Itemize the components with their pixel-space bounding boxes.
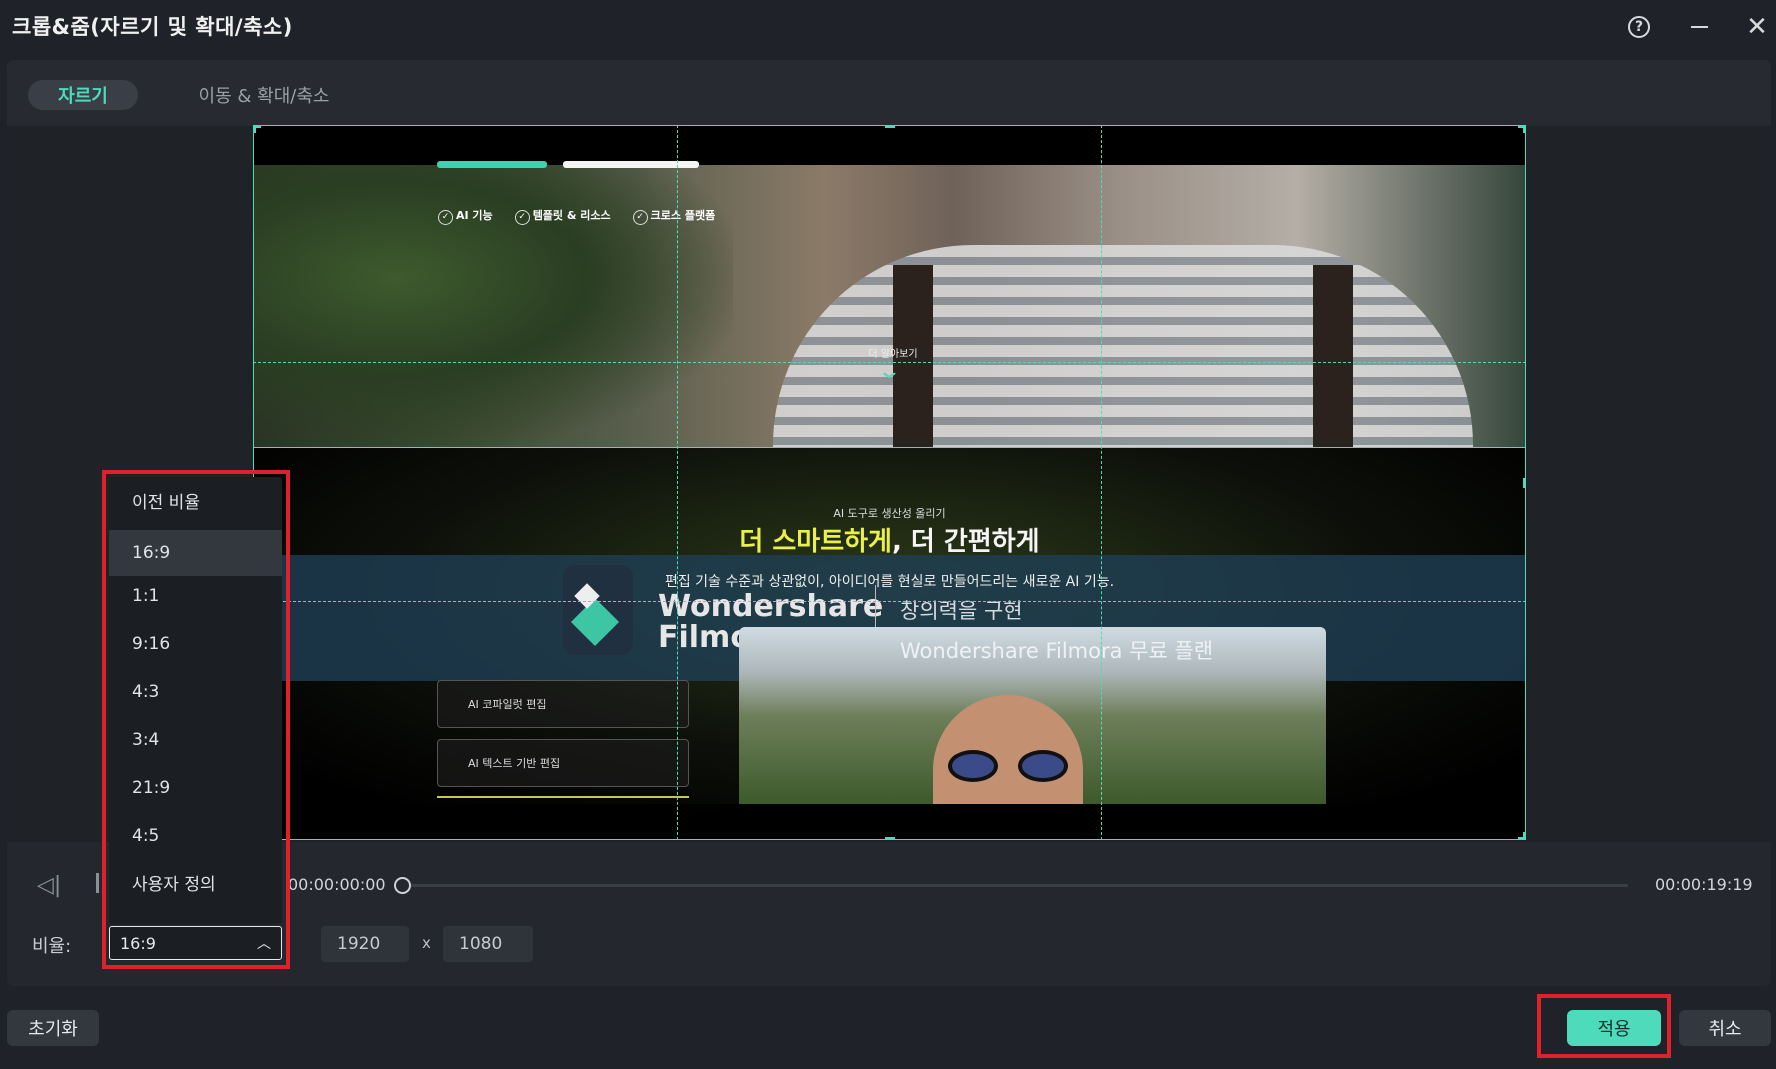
preview-more-label: 더 알아보기 bbox=[868, 349, 918, 360]
preview-feature-item: AI 기능 bbox=[438, 207, 493, 225]
tab-crop[interactable]: 자르기 bbox=[28, 80, 138, 110]
grid-line-horizontal bbox=[253, 362, 1526, 363]
ratio-dropdown-menu: 이전 비율 16:9 1:1 9:16 4:3 3:4 21:9 4:5 사용자… bbox=[109, 477, 282, 924]
apron-straps bbox=[893, 265, 1353, 447]
preview-tagline-1: 창의력을 구현 bbox=[900, 599, 1023, 623]
preview-pill-white bbox=[563, 161, 699, 168]
width-input[interactable]: 1920 bbox=[321, 926, 409, 962]
preview-card-partial bbox=[437, 796, 689, 804]
help-button[interactable]: ? bbox=[1622, 10, 1656, 44]
ratio-option-16-9[interactable]: 16:9 bbox=[109, 530, 282, 576]
crop-handle-bottom[interactable] bbox=[885, 837, 895, 840]
current-time: 00:00:00:00 bbox=[288, 875, 386, 894]
dimension-separator: x bbox=[422, 934, 431, 952]
timeline-playhead[interactable] bbox=[394, 877, 411, 894]
end-time: 00:00:19:19 bbox=[1655, 875, 1753, 894]
minimize-icon bbox=[1690, 26, 1708, 28]
preview-feature-row: AI 기능 템플릿 & 리소스 크로스 플랫폼 bbox=[438, 207, 715, 225]
preview-sunglasses bbox=[948, 750, 1068, 782]
previous-frame-icon[interactable]: ◁| bbox=[37, 873, 61, 898]
grid-line-horizontal bbox=[253, 601, 1526, 602]
ratio-label: 비율: bbox=[32, 936, 72, 957]
grid-line-vertical bbox=[1101, 125, 1102, 840]
help-icon: ? bbox=[1628, 16, 1650, 38]
ratio-option-custom[interactable]: 사용자 정의 bbox=[109, 859, 282, 905]
crop-handle-top-right[interactable] bbox=[1518, 125, 1526, 133]
preview-headline-highlight: 더 스마트하게 bbox=[739, 527, 892, 557]
cancel-button[interactable]: 취소 bbox=[1679, 1010, 1771, 1046]
tab-pan-zoom[interactable]: 이동 & 확대/축소 bbox=[179, 80, 349, 110]
video-preview: AI 기능 템플릿 & 리소스 크로스 플랫폼 더 알아보기 ⌄ AI 도구로 … bbox=[253, 125, 1526, 840]
preview-card-text-edit: AI 텍스트 기반 편집 bbox=[437, 739, 689, 787]
crop-handle-right[interactable] bbox=[1523, 478, 1526, 488]
tab-bar: 자르기 이동 & 확대/축소 bbox=[7, 60, 1771, 126]
preview-ai-subtitle: AI 도구로 생산성 올리기 bbox=[833, 507, 946, 520]
ratio-selected-value: 16:9 bbox=[120, 933, 156, 953]
crop-handle-top-left[interactable] bbox=[253, 125, 261, 133]
ratio-option-1-1[interactable]: 1:1 bbox=[109, 573, 282, 619]
ratio-option-9-16[interactable]: 9:16 bbox=[109, 621, 282, 667]
title-bar: 크롭&줌(자르기 및 확대/축소) ? ✕ bbox=[0, 0, 1776, 52]
grid-line-vertical bbox=[677, 125, 678, 840]
preview-headline: 더 스마트하게, 더 간편하게 bbox=[253, 521, 1526, 558]
close-button[interactable]: ✕ bbox=[1740, 10, 1774, 44]
height-input[interactable]: 1080 bbox=[443, 926, 533, 962]
window-title: 크롭&줌(자르기 및 확대/축소) bbox=[12, 15, 293, 39]
preview-pill-accent bbox=[437, 161, 547, 168]
play-button[interactable] bbox=[96, 873, 99, 893]
reset-button[interactable]: 초기화 bbox=[7, 1010, 99, 1046]
crop-handle-top[interactable] bbox=[885, 125, 895, 128]
crop-handle-bottom-right[interactable] bbox=[1518, 832, 1526, 840]
preview-brand-line1: Wondershare bbox=[658, 589, 884, 624]
ratio-select[interactable]: 16:9 ︿ bbox=[109, 926, 282, 960]
frame-boundary-line bbox=[253, 447, 1526, 448]
ratio-option-4-5[interactable]: 4:5 bbox=[109, 813, 282, 859]
crop-zoom-dialog: 크롭&줌(자르기 및 확대/축소) ? ✕ 자르기 이동 & 확대/축소 AI … bbox=[0, 0, 1776, 1069]
timeline-scrubber[interactable] bbox=[402, 884, 1628, 887]
preview-headline-rest: , 더 간편하게 bbox=[891, 527, 1040, 557]
preview-feature-item: 크로스 플랫폼 bbox=[633, 207, 716, 225]
preview-feature-item: 템플릿 & 리소스 bbox=[515, 207, 611, 225]
preview-card-copilot: AI 코파일럿 편집 bbox=[437, 680, 689, 728]
apply-button[interactable]: 적용 bbox=[1567, 1010, 1661, 1046]
preview-description: 편집 기술 수준과 상관없이, 아이디어를 현실로 만들어드리는 새로운 AI … bbox=[664, 574, 1115, 590]
ratio-option-previous[interactable]: 이전 비율 bbox=[109, 477, 282, 523]
chevron-up-icon: ︿ bbox=[257, 936, 271, 952]
preview-tagline-2: Wondershare Filmora 무료 플랜 bbox=[900, 639, 1214, 663]
ratio-option-21-9[interactable]: 21:9 bbox=[109, 765, 282, 811]
ratio-option-4-3[interactable]: 4:3 bbox=[109, 669, 282, 715]
minimize-button[interactable] bbox=[1682, 10, 1716, 44]
ratio-option-3-4[interactable]: 3:4 bbox=[109, 717, 282, 763]
